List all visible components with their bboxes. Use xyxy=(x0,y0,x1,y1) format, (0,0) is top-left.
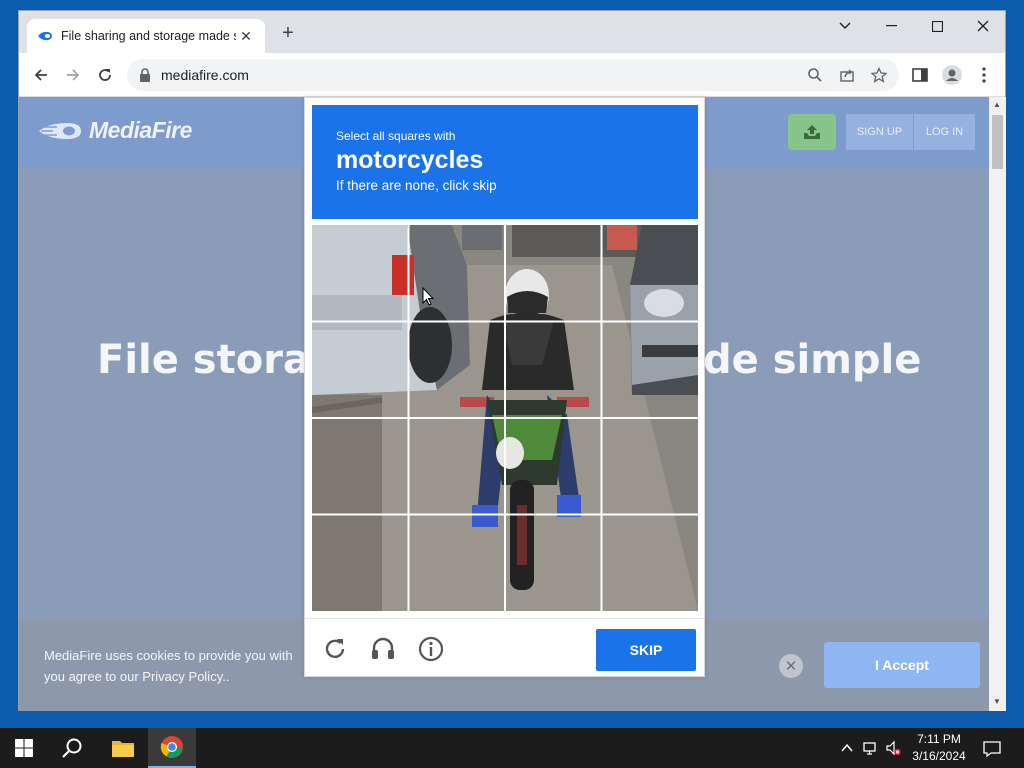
captcha-tile[interactable] xyxy=(506,516,601,611)
tab-title: File sharing and storage made simple xyxy=(61,29,236,43)
captcha-tile[interactable] xyxy=(409,322,504,417)
chrome-taskbar-button[interactable] xyxy=(148,728,196,768)
captcha-header: Select all squares with motorcycles If t… xyxy=(312,105,698,219)
captcha-tile[interactable] xyxy=(603,516,698,611)
page-scrollbar[interactable]: ▲ ▼ xyxy=(989,97,1006,711)
reload-icon[interactable] xyxy=(93,63,117,87)
captcha-dialog: Select all squares with motorcycles If t… xyxy=(304,97,705,677)
captcha-tile[interactable] xyxy=(506,419,601,514)
zoom-search-icon[interactable] xyxy=(807,67,823,83)
skip-button[interactable]: SKIP xyxy=(596,629,696,671)
chrome-icon xyxy=(160,736,183,758)
upload-tray-icon xyxy=(804,125,820,139)
tab-search-icon[interactable] xyxy=(822,11,868,41)
taskbar-clock[interactable]: 7:11 PM 3/16/2024 xyxy=(904,731,974,765)
profile-avatar-icon[interactable] xyxy=(942,65,962,85)
scroll-down-icon[interactable]: ▼ xyxy=(993,697,1001,706)
forward-icon[interactable] xyxy=(61,63,85,87)
mediafire-favicon-icon xyxy=(38,31,52,41)
mediafire-logo[interactable]: MediaFire xyxy=(39,117,192,144)
logo-text: MediaFire xyxy=(89,117,192,143)
scroll-thumb[interactable] xyxy=(992,115,1003,169)
upload-button[interactable] xyxy=(788,114,836,150)
clock-date: 3/16/2024 xyxy=(912,749,966,763)
tab-close-icon[interactable]: ✕ xyxy=(237,28,255,45)
refresh-icon[interactable] xyxy=(321,635,349,663)
menu-kebab-icon[interactable] xyxy=(974,65,994,85)
captcha-tile[interactable] xyxy=(312,225,407,320)
mediafire-flame-icon xyxy=(39,122,81,139)
network-icon[interactable] xyxy=(862,740,878,756)
captcha-instruction: Select all squares with xyxy=(336,129,456,143)
captcha-tile[interactable] xyxy=(409,419,504,514)
cookie-close-icon[interactable]: ✕ xyxy=(779,654,803,678)
captcha-grid xyxy=(312,225,698,611)
hero-title-right: de simple xyxy=(703,337,922,383)
clock-time: 7:11 PM xyxy=(917,732,961,746)
side-panel-icon[interactable] xyxy=(910,65,930,85)
captcha-tile[interactable] xyxy=(312,516,407,611)
captcha-footer: SKIP xyxy=(305,618,704,677)
hero-title-left: File storag xyxy=(97,337,339,383)
address-bar[interactable]: mediafire.com xyxy=(127,59,899,91)
file-explorer-button[interactable] xyxy=(99,728,147,768)
windows-taskbar: 7:11 PM 3/16/2024 xyxy=(0,728,1024,768)
browser-tab[interactable]: File sharing and storage made simple ✕ xyxy=(27,19,265,53)
close-window-icon[interactable] xyxy=(960,11,1006,41)
new-tab-icon[interactable]: + xyxy=(277,23,299,45)
taskbar-search-button[interactable] xyxy=(48,728,96,768)
browser-toolbar: mediafire.com xyxy=(19,53,1005,97)
lock-icon xyxy=(140,68,150,82)
captcha-tile[interactable] xyxy=(603,322,698,417)
info-icon[interactable] xyxy=(417,635,445,663)
accept-cookies-button[interactable]: I Accept xyxy=(824,642,980,688)
share-icon[interactable] xyxy=(839,67,855,83)
captcha-target: motorcycles xyxy=(336,146,484,174)
captcha-tile[interactable] xyxy=(603,419,698,514)
audio-headphones-icon[interactable] xyxy=(369,635,397,663)
volume-muted-icon[interactable] xyxy=(885,740,901,756)
captcha-tile[interactable] xyxy=(312,322,407,417)
folder-icon xyxy=(112,741,134,757)
start-button[interactable] xyxy=(0,728,48,768)
sign-up-button[interactable]: SIGN UP xyxy=(846,114,913,150)
maximize-icon[interactable] xyxy=(914,11,960,41)
cookie-line-1: MediaFire uses cookies to provide you wi… xyxy=(44,648,293,663)
scroll-up-icon[interactable]: ▲ xyxy=(993,100,1001,109)
back-icon[interactable] xyxy=(29,63,53,87)
captcha-tile[interactable] xyxy=(506,225,601,320)
notifications-icon[interactable] xyxy=(983,740,1001,758)
url-text: mediafire.com xyxy=(161,67,249,83)
captcha-tile[interactable] xyxy=(506,322,601,417)
captcha-tile[interactable] xyxy=(409,516,504,611)
bookmark-star-icon[interactable] xyxy=(871,67,887,83)
log-in-button[interactable]: LOG IN xyxy=(914,114,975,150)
mouse-cursor-icon xyxy=(422,287,434,306)
windows-logo-icon xyxy=(15,739,33,757)
captcha-tile[interactable] xyxy=(312,419,407,514)
captcha-hint: If there are none, click skip xyxy=(336,178,497,193)
show-hidden-icons-icon[interactable] xyxy=(839,740,855,756)
search-icon xyxy=(62,738,82,758)
captcha-tile[interactable] xyxy=(603,225,698,320)
minimize-icon[interactable] xyxy=(868,11,914,41)
tab-strip: File sharing and storage made simple ✕ + xyxy=(19,11,1005,53)
